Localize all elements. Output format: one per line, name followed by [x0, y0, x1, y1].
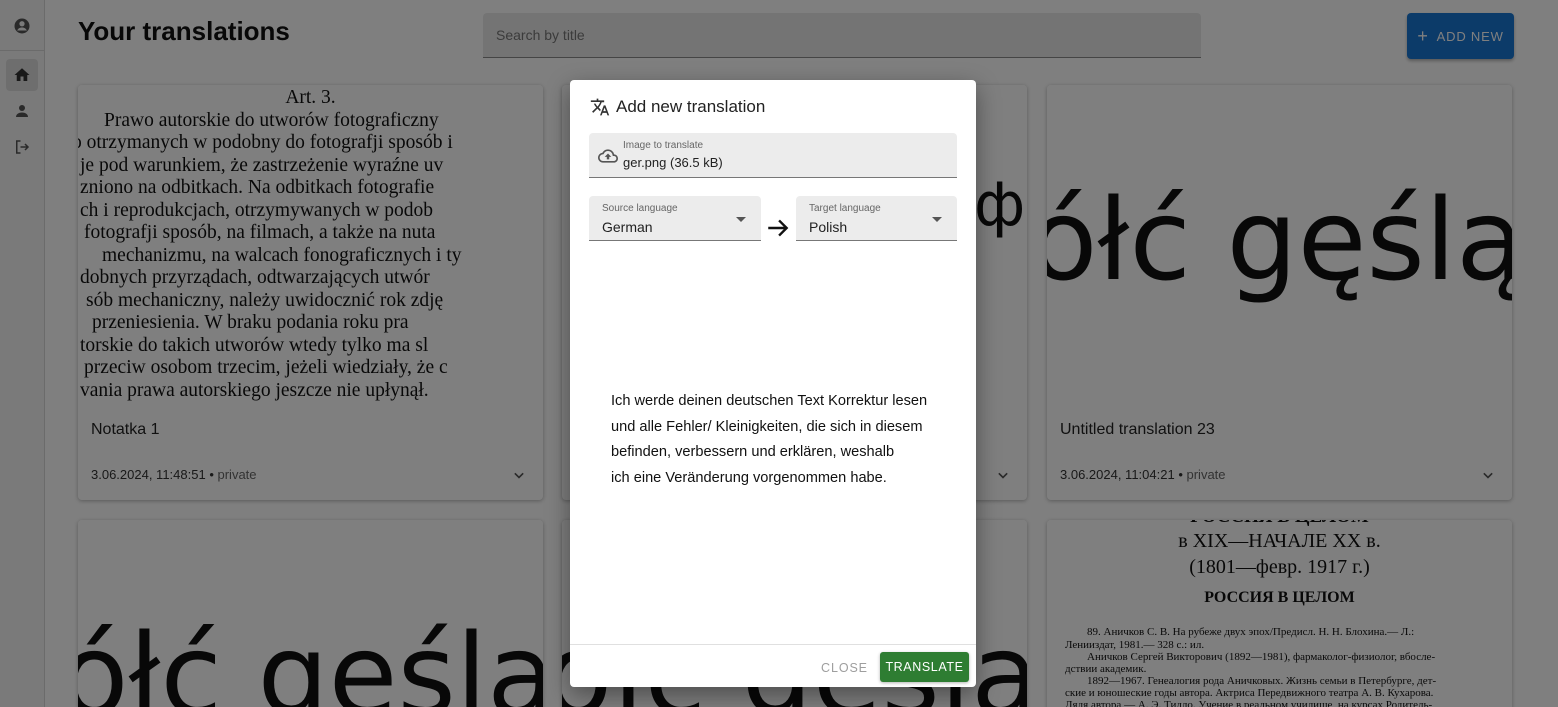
arrow-right-icon [768, 219, 789, 237]
source-language-label: Source language [602, 203, 678, 214]
add-translation-dialog: Add new translation Image to translate g… [570, 80, 976, 687]
dropdown-caret-icon [932, 217, 942, 222]
dropdown-caret-icon [736, 217, 746, 222]
cloud-upload-icon [598, 149, 618, 163]
target-language-value: Polish [809, 219, 848, 235]
file-field-label: Image to translate [623, 140, 704, 151]
dialog-divider [570, 644, 976, 645]
target-language-select[interactable]: Target language Polish [796, 196, 957, 241]
file-field-value: ger.png (36.5 kB) [623, 155, 723, 170]
translate-button[interactable]: TRANSLATE [880, 652, 969, 682]
translate-icon [590, 98, 610, 116]
source-language-value: German [602, 219, 653, 235]
image-preview-text: Ich werde deinen deutschen Text Korrektu… [611, 393, 928, 486]
dialog-header: Add new translation [590, 97, 765, 117]
target-language-label: Target language [809, 203, 881, 214]
close-button[interactable]: CLOSE [816, 653, 873, 683]
source-language-select[interactable]: Source language German [589, 196, 761, 241]
image-file-field[interactable]: Image to translate ger.png (36.5 kB) [589, 133, 957, 178]
dialog-title: Add new translation [616, 97, 766, 116]
